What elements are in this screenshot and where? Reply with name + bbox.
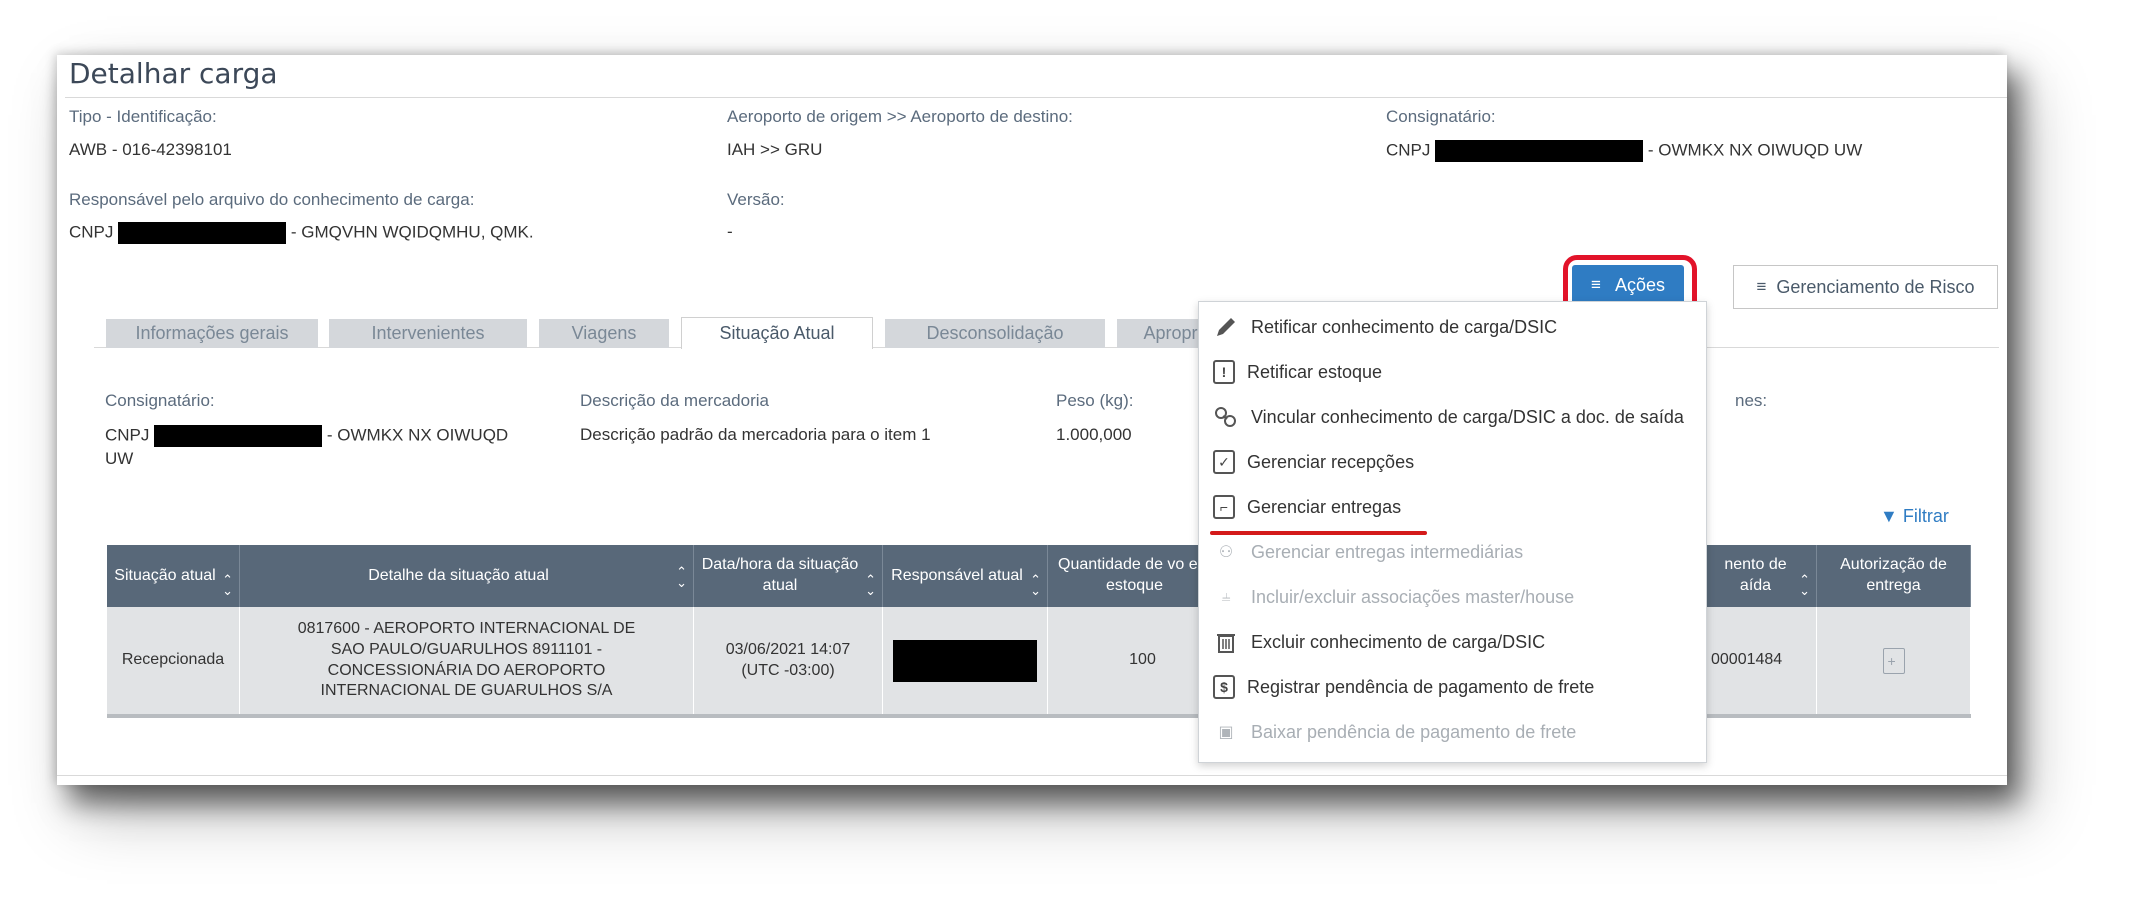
gerenciamento-risco-label: Gerenciamento de Risco [1776, 276, 1975, 297]
responsavel-label: Responsável pelo arquivo do conhecimento… [69, 190, 475, 209]
menu-item-gerenciar-entregas-intermediarias: ⚇ Gerenciar entregas intermediárias [1199, 530, 1706, 574]
gerenciar-entregas-highlight [1210, 531, 1427, 535]
clipboard-icon: ⌐ [1213, 495, 1235, 519]
peso-value: 1.000,000 [1056, 425, 1132, 444]
consignatario-value: CNPJ - OWMKX NX OIWUQD UW [1386, 140, 1862, 162]
link-icon [1213, 404, 1239, 430]
observacoes-label: nes: [1735, 391, 1768, 410]
column-header-documento-saida[interactable]: nento de aída ⌃ ⌄ [1711, 545, 1817, 607]
dollar-document-icon: $ [1213, 675, 1235, 699]
menu-item-gerenciar-recepcoes[interactable]: ✓ Gerenciar recepções [1199, 440, 1706, 484]
column-header-detalhe[interactable]: Detalhe da situação atual ⌃ ⌄ [240, 545, 694, 607]
pencil-icon [1213, 314, 1239, 340]
delivery-people-icon: ⚇ [1218, 544, 1234, 561]
cell-situacao: Recepcionada [107, 607, 240, 714]
acoes-label: Ações [1614, 274, 1665, 295]
redacted-block [154, 425, 323, 447]
menu-icon: ≡ [1591, 275, 1601, 294]
tab-viagens[interactable]: Viagens [539, 319, 669, 348]
menu-icon: ≡ [1756, 277, 1767, 296]
tipo-label: Tipo - Identificação: [69, 107, 217, 126]
check-document-icon: ✓ [1213, 450, 1235, 474]
sort-icon[interactable]: ⌃ ⌄ [222, 573, 233, 598]
trash-icon [1213, 629, 1239, 655]
menu-item-excluir-conhecimento[interactable]: Excluir conhecimento de carga/DSIC [1199, 620, 1706, 664]
tab-intervenientes[interactable]: Intervenientes [329, 319, 527, 348]
acoes-button[interactable]: ≡ Ações [1572, 265, 1684, 305]
responsavel-name: - GMQVHN WQIDQMHU, QMK. [290, 222, 534, 242]
hierarchy-icon: ⫨ [1221, 588, 1231, 605]
consignatario-label: Consignatário: [1386, 107, 1496, 126]
descricao-value: Descrição padrão da mercadoria para o it… [580, 425, 931, 444]
redacted-block [893, 639, 1037, 682]
sort-icon[interactable]: ⌃ ⌄ [1799, 573, 1810, 598]
detail-consignatario-name: - OWMKX NX OIWUQD [326, 425, 509, 445]
menu-item-retificar-conhecimento[interactable]: Retificar conhecimento de carga/DSIC [1199, 305, 1706, 349]
descricao-label: Descrição da mercadoria [580, 391, 769, 410]
aeroporto-label: Aeroporto de origem >> Aeroporto de dest… [727, 107, 1073, 126]
redacted-block [118, 222, 287, 244]
filtrar-label: Filtrar [1902, 506, 1949, 526]
tab-situacao-atual[interactable]: Situação Atual [681, 317, 873, 349]
cell-detalhe: 0817600 - AEROPORTO INTERNACIONAL DE SAO… [240, 607, 694, 714]
versao-value: - [727, 222, 733, 241]
detail-consignatario-label: Consignatário: [105, 391, 215, 410]
consignatario-name: - OWMKX NX OIWUQD UW [1647, 140, 1863, 160]
filtrar-button[interactable]: ▼ Filtrar [1880, 506, 1949, 527]
cell-autorizacao [1817, 607, 1971, 714]
menu-item-retificar-estoque[interactable]: ! Retificar estoque [1199, 350, 1706, 394]
cell-responsavel [883, 607, 1048, 714]
menu-item-baixar-pendencia: ▣ Baixar pendência de pagamento de frete [1199, 710, 1706, 754]
tab-desconsolidacao[interactable]: Desconsolidação [885, 319, 1105, 348]
column-header-data-hora[interactable]: Data/hora da situação atual ⌃ ⌄ [694, 545, 883, 607]
column-header-situacao[interactable]: Situação atual ⌃ ⌄ [107, 545, 240, 607]
tipo-value: AWB - 016-42398101 [69, 140, 232, 159]
exclamation-box-icon: ! [1213, 360, 1235, 384]
bottom-divider [57, 775, 2007, 776]
detail-consignatario-line2: UW [105, 449, 134, 468]
redacted-block [1435, 140, 1644, 162]
aeroporto-value: IAH >> GRU [727, 140, 823, 159]
authorization-document-icon[interactable] [1882, 647, 1905, 674]
detalhar-carga-panel: Detalhar carga Tipo - Identificação: AWB… [57, 55, 2007, 785]
title-divider [65, 97, 2007, 98]
money-icon: ▣ [1218, 724, 1234, 741]
filter-icon: ▼ [1880, 506, 1898, 526]
sort-icon[interactable]: ⌃ ⌄ [865, 573, 876, 598]
column-header-responsavel[interactable]: Responsável atual ⌃ ⌄ [883, 545, 1048, 607]
responsavel-value: CNPJ - GMQVHN WQIDQMHU, QMK. [69, 222, 534, 244]
cell-documento-saida: 00001484 [1711, 607, 1817, 714]
responsavel-cnpj-prefix: CNPJ [69, 222, 114, 242]
detail-consignatario-value: CNPJ - OWMKX NX OIWUQD [105, 425, 508, 447]
menu-item-vincular-conhecimento[interactable]: Vincular conhecimento de carga/DSIC a do… [1199, 395, 1706, 439]
page-title: Detalhar carga [69, 57, 278, 90]
sort-icon[interactable]: ⌃ ⌄ [676, 565, 687, 590]
menu-item-incluir-excluir-associacoes: ⫨ Incluir/excluir associações master/hou… [1199, 575, 1706, 619]
sort-icon[interactable]: ⌃ ⌄ [1030, 573, 1041, 598]
detail-cnpj-prefix: CNPJ [105, 425, 150, 445]
menu-item-registrar-pendencia[interactable]: $ Registrar pendência de pagamento de fr… [1199, 665, 1706, 709]
gerenciamento-risco-button[interactable]: ≡ Gerenciamento de Risco [1733, 265, 1998, 309]
versao-label: Versão: [727, 190, 785, 209]
column-header-autorizacao: Autorização de entrega [1817, 545, 1971, 607]
cell-data-hora: 03/06/2021 14:07 (UTC -03:00) [694, 607, 883, 714]
menu-item-gerenciar-entregas[interactable]: ⌐ Gerenciar entregas [1199, 485, 1706, 529]
consignatario-cnpj-prefix: CNPJ [1386, 140, 1431, 160]
tab-informacoes-gerais[interactable]: Informações gerais [106, 319, 318, 348]
peso-label: Peso (kg): [1056, 391, 1134, 410]
